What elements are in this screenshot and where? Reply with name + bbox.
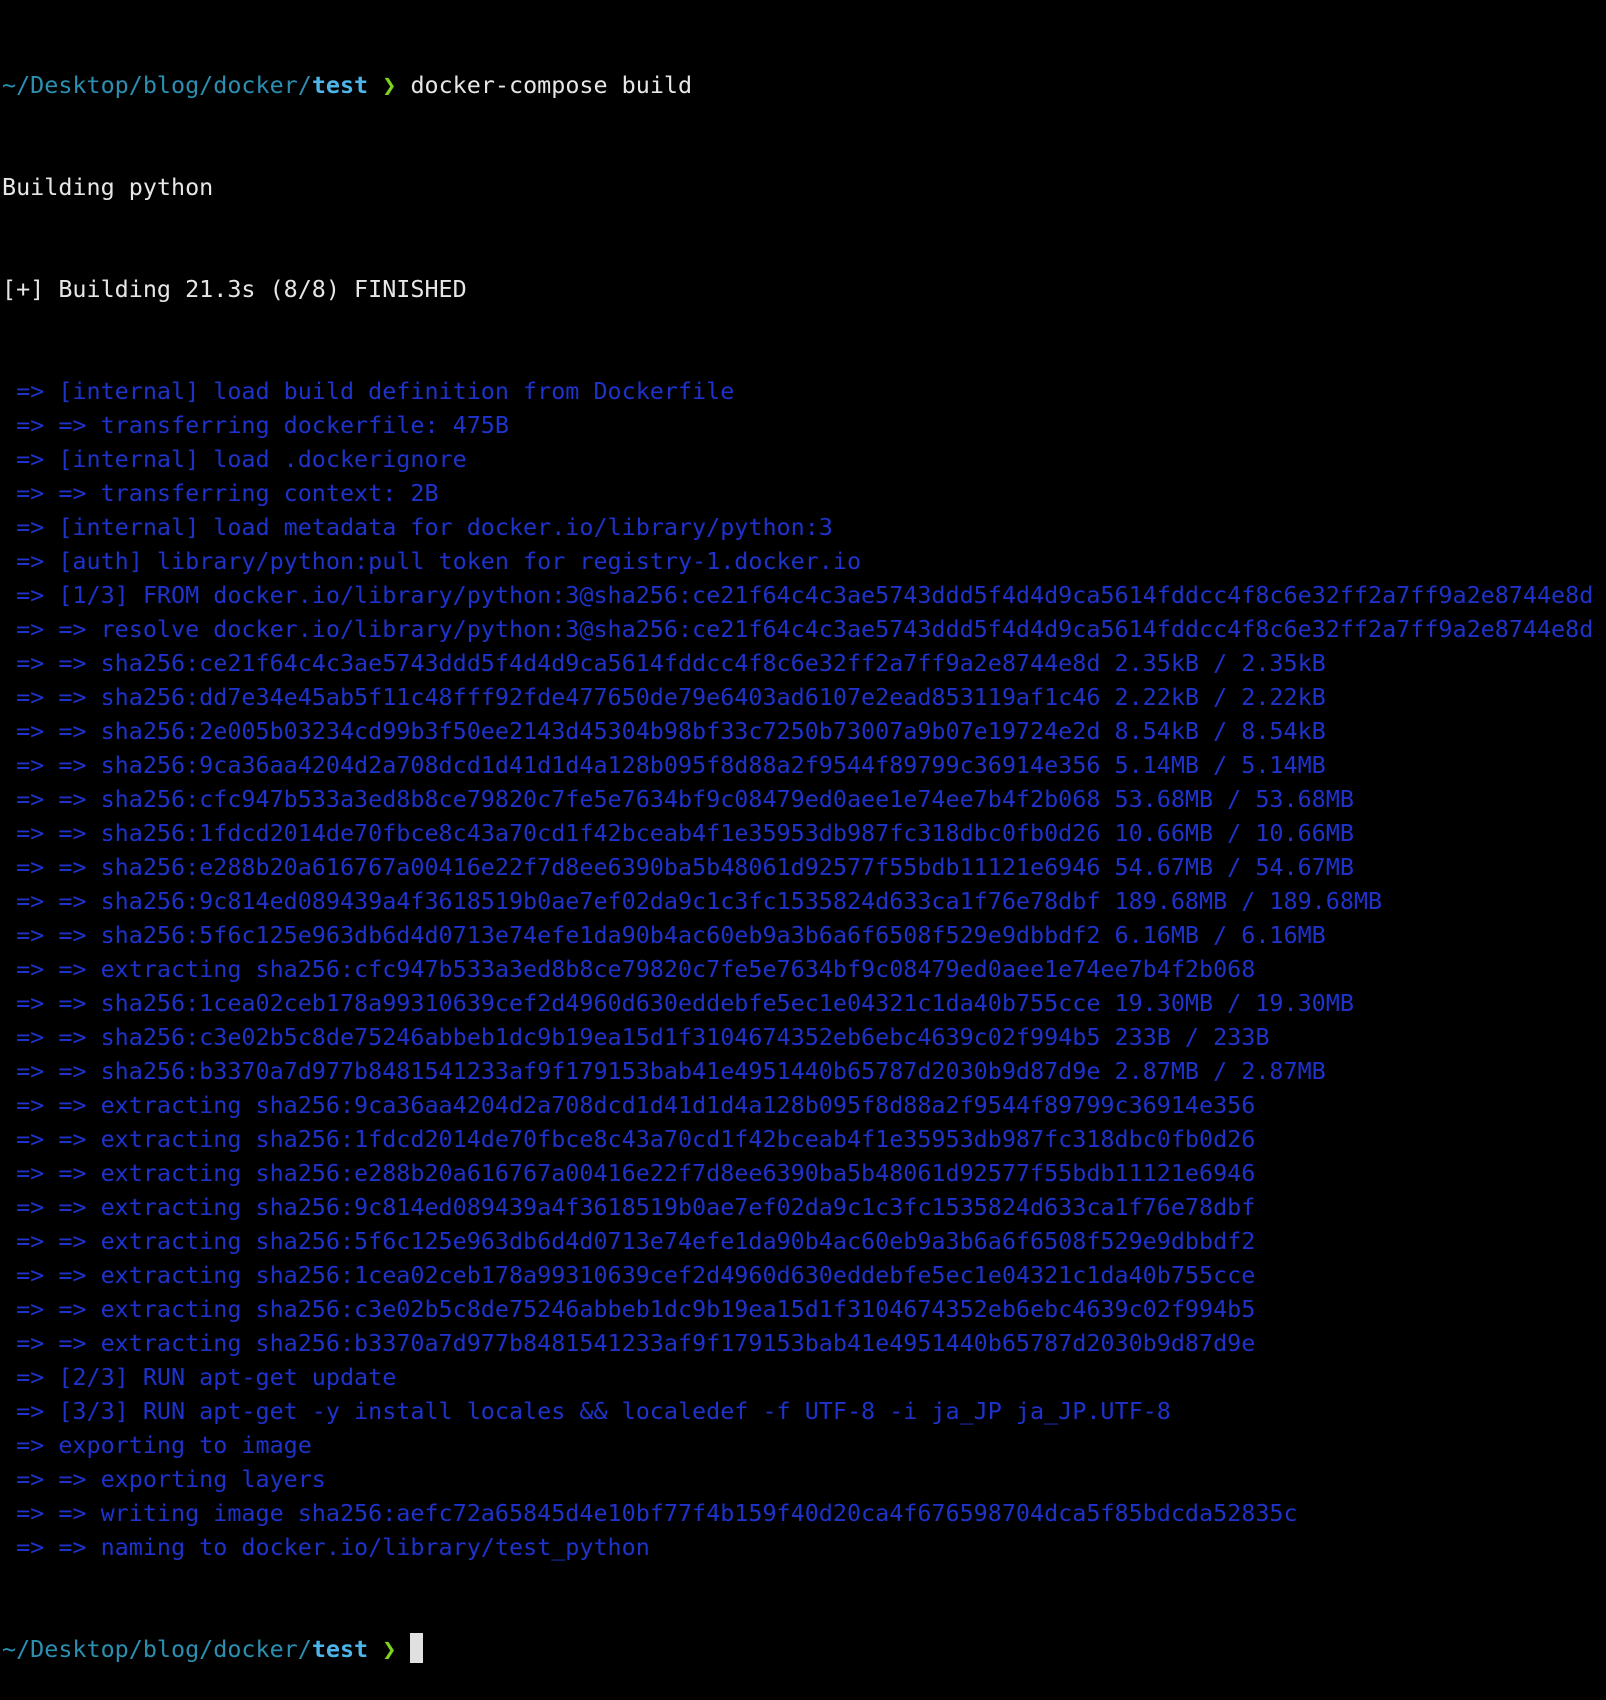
build-output-line: => [2/3] RUN apt-get update: [2, 1363, 397, 1391]
build-output-line: => => sha256:c3e02b5c8de75246abbeb1dc9b1…: [2, 1023, 1270, 1051]
output-line: [+] Building 21.3s (8/8) FINISHED: [2, 275, 467, 303]
output-line: Building python: [2, 173, 214, 201]
build-output-line: => => exporting layers: [2, 1465, 326, 1493]
prompt-path: ~/Desktop/blog/docker/: [2, 1635, 312, 1663]
build-output-line: => => resolve docker.io/library/python:3…: [2, 615, 1594, 643]
prompt-current-dir: test: [311, 71, 369, 99]
build-output-line: => => writing image sha256:aefc72a65845d…: [2, 1499, 1298, 1527]
prompt-path: ~/Desktop/blog/docker/: [2, 71, 312, 99]
build-output-line: => => extracting sha256:cfc947b533a3ed8b…: [2, 955, 1256, 983]
build-output-line: => => sha256:5f6c125e963db6d4d0713e74efe…: [2, 921, 1326, 949]
build-output-line: => => sha256:9ca36aa4204d2a708dcd1d41d1d…: [2, 751, 1326, 779]
build-output-line: => [1/3] FROM docker.io/library/python:3…: [2, 581, 1594, 609]
build-output-line: => => sha256:1fdcd2014de70fbce8c43a70cd1…: [2, 819, 1354, 847]
build-output-line: => => extracting sha256:1cea02ceb178a993…: [2, 1261, 1256, 1289]
build-output-line: => [internal] load build definition from…: [2, 377, 735, 405]
build-output-line: => => extracting sha256:b3370a7d977b8481…: [2, 1329, 1256, 1357]
build-output-line: => => transferring dockerfile: 475B: [2, 411, 509, 439]
prompt-chevron-icon: ❯: [382, 71, 397, 99]
build-output-line: => => transferring context: 2B: [2, 479, 439, 507]
prompt-line: ~/Desktop/blog/docker/test ❯ docker-comp…: [2, 68, 1602, 102]
build-output-line: => => extracting sha256:e288b20a616767a0…: [2, 1159, 1256, 1187]
command-text: docker-compose build: [410, 71, 693, 99]
active-prompt-line[interactable]: ~/Desktop/blog/docker/test ❯: [2, 1632, 1602, 1666]
text-cursor: [410, 1633, 424, 1663]
build-output: => [internal] load build definition from…: [2, 374, 1602, 1564]
prompt-current-dir: test: [311, 1635, 369, 1663]
build-output-line: => => extracting sha256:9ca36aa4204d2a70…: [2, 1091, 1256, 1119]
build-output-line: => [3/3] RUN apt-get -y install locales …: [2, 1397, 1171, 1425]
build-output-line: => => extracting sha256:c3e02b5c8de75246…: [2, 1295, 1256, 1323]
build-output-line: => => sha256:cfc947b533a3ed8b8ce79820c7f…: [2, 785, 1354, 813]
terminal-window[interactable]: ~/Desktop/blog/docker/test ❯ docker-comp…: [2, 0, 1602, 1700]
build-output-line: => [internal] load .dockerignore: [2, 445, 467, 473]
build-output-line: => => sha256:1cea02ceb178a99310639cef2d4…: [2, 989, 1354, 1017]
build-output-line: => => sha256:b3370a7d977b8481541233af9f1…: [2, 1057, 1326, 1085]
build-output-line: => => sha256:e288b20a616767a00416e22f7d8…: [2, 853, 1354, 881]
build-output-line: => => sha256:2e005b03234cd99b3f50ee2143d…: [2, 717, 1326, 745]
build-output-line: => [internal] load metadata for docker.i…: [2, 513, 833, 541]
build-output-line: => => sha256:dd7e34e45ab5f11c48fff92fde4…: [2, 683, 1326, 711]
build-output-line: => => sha256:9c814ed089439a4f3618519b0ae…: [2, 887, 1383, 915]
build-output-line: => exporting to image: [2, 1431, 312, 1459]
build-output-line: => => extracting sha256:9c814ed089439a4f…: [2, 1193, 1256, 1221]
build-output-line: => => naming to docker.io/library/test_p…: [2, 1533, 650, 1561]
prompt-chevron-icon: ❯: [382, 1635, 397, 1663]
build-output-line: => => extracting sha256:5f6c125e963db6d4…: [2, 1227, 1256, 1255]
build-output-line: => [auth] library/python:pull token for …: [2, 547, 862, 575]
build-output-line: => => extracting sha256:1fdcd2014de70fbc…: [2, 1125, 1256, 1153]
build-output-line: => => sha256:ce21f64c4c3ae5743ddd5f4d4d9…: [2, 649, 1326, 677]
